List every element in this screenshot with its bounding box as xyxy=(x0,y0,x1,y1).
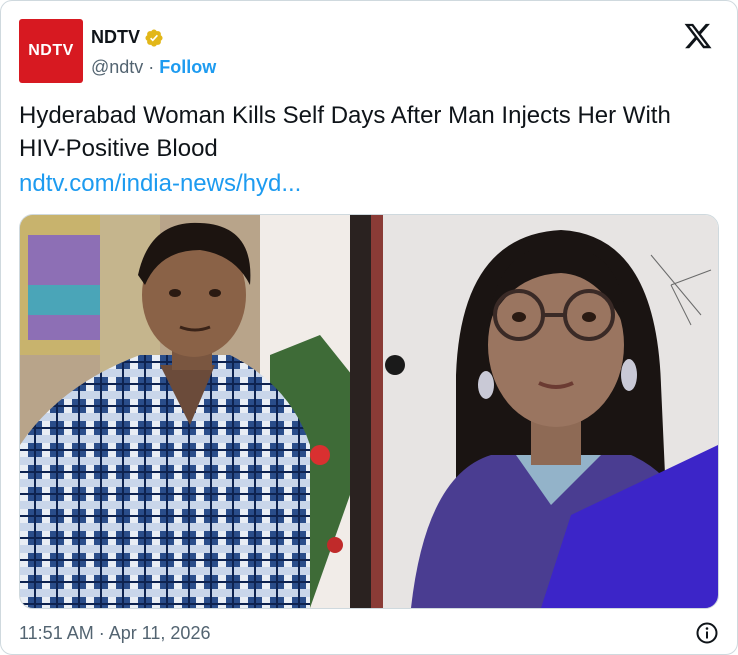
tweet-timestamp[interactable]: 11:51 AM · Apr 11, 2026 xyxy=(19,623,210,644)
article-link[interactable]: ndtv.com/india-news/hyd... xyxy=(19,167,301,200)
follow-button[interactable]: Follow xyxy=(159,57,216,77)
handle-separator: · xyxy=(143,57,160,77)
info-icon[interactable] xyxy=(695,621,719,645)
avatar-logo-text: NDTV xyxy=(28,42,74,59)
tweet-header: NDTV NDTV @ndtv · Follow xyxy=(19,19,719,85)
photo-woman xyxy=(371,215,718,608)
tweet-media[interactable] xyxy=(19,214,719,609)
handle-row: @ndtv · Follow xyxy=(91,57,216,78)
tweet-embed-card: NDTV NDTV @ndtv · Follow Hyderabad Woman… xyxy=(0,0,738,655)
account-name-row: NDTV xyxy=(91,27,164,48)
account-handle[interactable]: @ndtv xyxy=(91,57,143,77)
ndtv-avatar[interactable]: NDTV xyxy=(19,19,83,83)
tweet-text: Hyderabad Woman Kills Self Days After Ma… xyxy=(19,102,671,162)
account-name[interactable]: NDTV xyxy=(91,27,140,48)
x-logo-icon[interactable] xyxy=(683,21,713,51)
verified-badge-icon xyxy=(145,28,163,47)
photo-man xyxy=(20,215,371,608)
tweet-footer: 11:51 AM · Apr 11, 2026 xyxy=(19,619,719,647)
